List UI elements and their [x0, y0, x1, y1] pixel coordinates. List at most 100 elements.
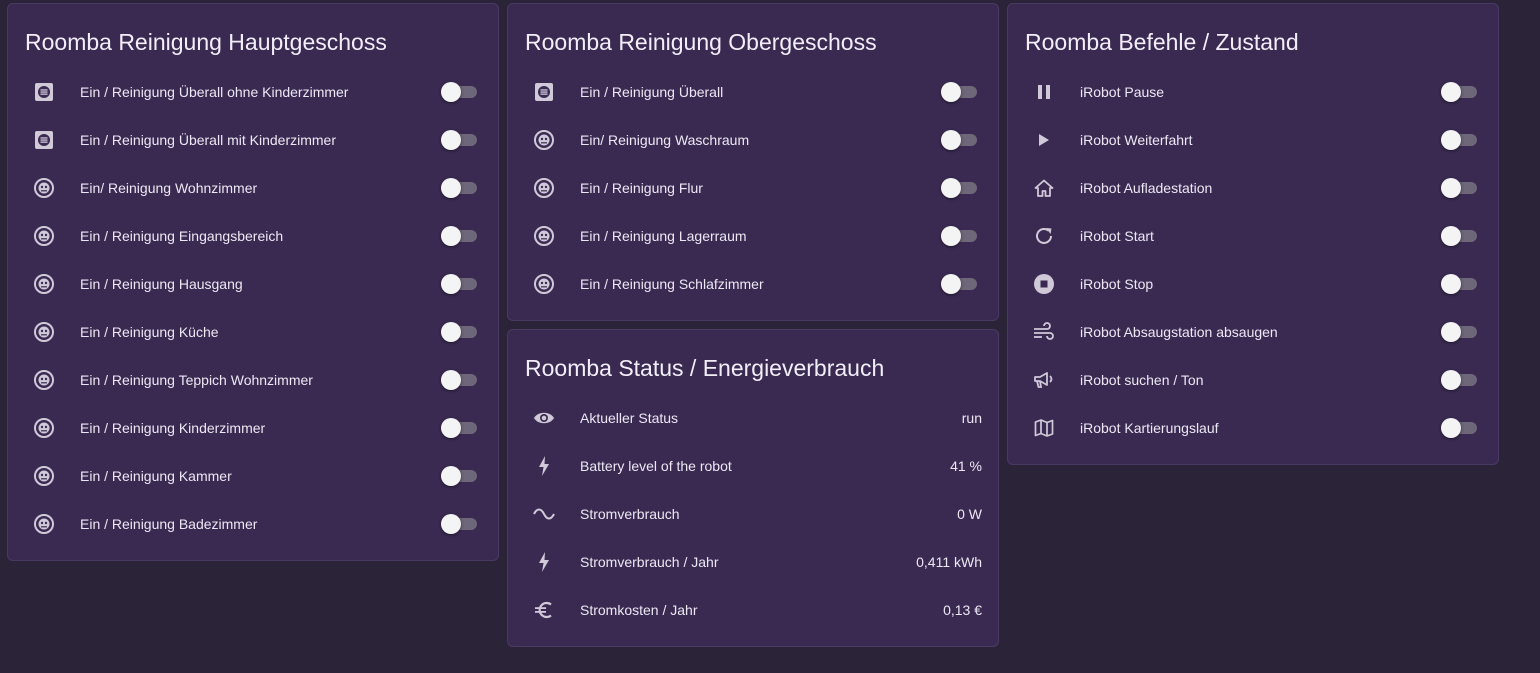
- row-label: Ein / Reinigung Badezimmer: [80, 516, 258, 532]
- row-label[interactable]: Aktueller Status: [580, 408, 678, 428]
- toggle-knob: [1441, 178, 1461, 198]
- sine-wave-icon: [532, 502, 556, 526]
- card-title: Roomba Status / Energieverbrauch: [525, 355, 885, 381]
- toggle-switch[interactable]: [1441, 274, 1477, 294]
- toggle-knob: [1441, 274, 1461, 294]
- toggle-switch[interactable]: [941, 178, 977, 198]
- robot-vacuum-icon: [32, 416, 56, 440]
- toggle-switch[interactable]: [1441, 418, 1477, 438]
- toggle-switch[interactable]: [441, 178, 477, 198]
- toggle-switch[interactable]: [441, 514, 477, 534]
- row-label: Ein / Reinigung Küche: [80, 324, 219, 340]
- row-label: iRobot Kartierungslauf: [1080, 420, 1219, 436]
- row-label[interactable]: Stromverbrauch / Jahr: [580, 552, 719, 572]
- toggle-switch[interactable]: [441, 466, 477, 486]
- toggle-knob: [1441, 418, 1461, 438]
- switch-row[interactable]: iRobot Absaugstation absaugen: [1008, 308, 1498, 356]
- toggle-knob: [1441, 322, 1461, 342]
- switch-row[interactable]: Ein / Reinigung Eingangsbereich: [8, 212, 498, 260]
- switch-row[interactable]: iRobot suchen / Ton: [1008, 356, 1498, 404]
- switch-row[interactable]: Ein / Reinigung Küche: [8, 308, 498, 356]
- switch-row[interactable]: Ein / Reinigung Badezimmer: [8, 500, 498, 548]
- switch-row[interactable]: Ein / Reinigung Überall mit Kinderzimmer: [8, 116, 498, 164]
- robot-vacuum-icon: [32, 512, 56, 536]
- row-label[interactable]: Battery level of the robot: [580, 456, 732, 476]
- toggle-switch[interactable]: [1441, 178, 1477, 198]
- switch-row[interactable]: Ein/ Reinigung Waschraum: [508, 116, 998, 164]
- row-label: Ein / Reinigung Überall ohne Kinderzimme…: [80, 84, 349, 100]
- switch-row[interactable]: Ein / Reinigung Flur: [508, 164, 998, 212]
- toggle-knob: [941, 82, 961, 102]
- switch-row[interactable]: Ein / Reinigung Überall: [508, 68, 998, 116]
- home-icon: [1032, 176, 1056, 200]
- toggle-knob: [1441, 82, 1461, 102]
- switch-row[interactable]: iRobot Start: [1008, 212, 1498, 260]
- switch-row[interactable]: Ein/ Reinigung Wohnzimmer: [8, 164, 498, 212]
- toggle-switch[interactable]: [441, 418, 477, 438]
- row-label[interactable]: Stromverbrauch: [580, 504, 680, 524]
- toggle-knob: [441, 322, 461, 342]
- list-box-icon: [532, 80, 556, 104]
- toggle-knob: [441, 418, 461, 438]
- row-label: Ein / Reinigung Kammer: [80, 468, 232, 484]
- toggle-knob: [441, 466, 461, 486]
- toggle-knob: [441, 274, 461, 294]
- toggle-knob: [441, 178, 461, 198]
- switch-row[interactable]: iRobot Kartierungslauf: [1008, 404, 1498, 452]
- switch-row[interactable]: Ein / Reinigung Kammer: [8, 452, 498, 500]
- toggle-switch[interactable]: [441, 274, 477, 294]
- card-hauptgeschoss: Roomba Reinigung Hauptgeschoss Ein / Rei…: [7, 3, 499, 561]
- toggle-switch[interactable]: [941, 130, 977, 150]
- toggle-knob: [441, 370, 461, 390]
- toggle-switch[interactable]: [1441, 370, 1477, 390]
- row-label: iRobot Weiterfahrt: [1080, 132, 1193, 148]
- card-title: Roomba Befehle / Zustand: [1025, 29, 1299, 55]
- switch-row[interactable]: Ein / Reinigung Teppich Wohnzimmer: [8, 356, 498, 404]
- switch-row[interactable]: iRobot Weiterfahrt: [1008, 116, 1498, 164]
- switch-row[interactable]: iRobot Pause: [1008, 68, 1498, 116]
- toggle-switch[interactable]: [1441, 130, 1477, 150]
- row-label: iRobot Absaugstation absaugen: [1080, 324, 1278, 340]
- obergeschoss-list: Ein / Reinigung Überall Ein/ Reinigung Wa…: [508, 68, 998, 308]
- toggle-switch[interactable]: [441, 130, 477, 150]
- toggle-switch[interactable]: [441, 82, 477, 102]
- toggle-switch[interactable]: [441, 226, 477, 246]
- robot-vacuum-icon: [32, 368, 56, 392]
- switch-row[interactable]: iRobot Aufladestation: [1008, 164, 1498, 212]
- wind-icon: [1032, 320, 1056, 344]
- toggle-knob: [941, 130, 961, 150]
- switch-row[interactable]: Ein / Reinigung Kinderzimmer: [8, 404, 498, 452]
- sensor-value: 0,411 kWh: [916, 554, 982, 570]
- list-box-icon: [32, 80, 56, 104]
- toggle-switch[interactable]: [441, 322, 477, 342]
- switch-row[interactable]: Ein / Reinigung Schlafzimmer: [508, 260, 998, 308]
- euro-icon: [532, 598, 556, 622]
- flash-icon: [532, 550, 556, 574]
- switch-row[interactable]: iRobot Stop: [1008, 260, 1498, 308]
- row-label: Ein / Reinigung Flur: [580, 180, 703, 196]
- row-label: Ein / Reinigung Kinderzimmer: [80, 420, 266, 436]
- toggle-switch[interactable]: [1441, 322, 1477, 342]
- robot-vacuum-icon: [32, 224, 56, 248]
- toggle-switch[interactable]: [1441, 82, 1477, 102]
- row-label[interactable]: Stromkosten / Jahr: [580, 600, 698, 620]
- card-title: Roomba Reinigung Obergeschoss: [525, 29, 877, 55]
- toggle-switch[interactable]: [441, 370, 477, 390]
- row-label: Ein / Reinigung Teppich Wohnzimmer: [80, 372, 313, 388]
- row-label: Ein / Reinigung Eingangsbereich: [80, 228, 284, 244]
- switch-row[interactable]: Ein / Reinigung Lagerraum: [508, 212, 998, 260]
- switch-row[interactable]: Ein / Reinigung Hausgang: [8, 260, 498, 308]
- toggle-switch[interactable]: [941, 82, 977, 102]
- sensor-row: Stromverbrauch / Jahr 0,411 kWh: [508, 538, 998, 586]
- toggle-switch[interactable]: [941, 226, 977, 246]
- sensor-value: run: [961, 410, 982, 426]
- play-icon: [1032, 128, 1056, 152]
- row-label: Ein / Reinigung Überall mit Kinderzimmer: [80, 132, 336, 148]
- toggle-switch[interactable]: [941, 274, 977, 294]
- toggle-switch[interactable]: [1441, 226, 1477, 246]
- robot-vacuum-icon: [532, 224, 556, 248]
- row-label: Ein / Reinigung Überall: [580, 84, 724, 100]
- card-obergeschoss: Roomba Reinigung Obergeschoss Ein / Rein…: [507, 3, 999, 321]
- switch-row[interactable]: Ein / Reinigung Überall ohne Kinderzimme…: [8, 68, 498, 116]
- card-befehle-zustand: Roomba Befehle / Zustand iRobot Pause iRo…: [1007, 3, 1499, 465]
